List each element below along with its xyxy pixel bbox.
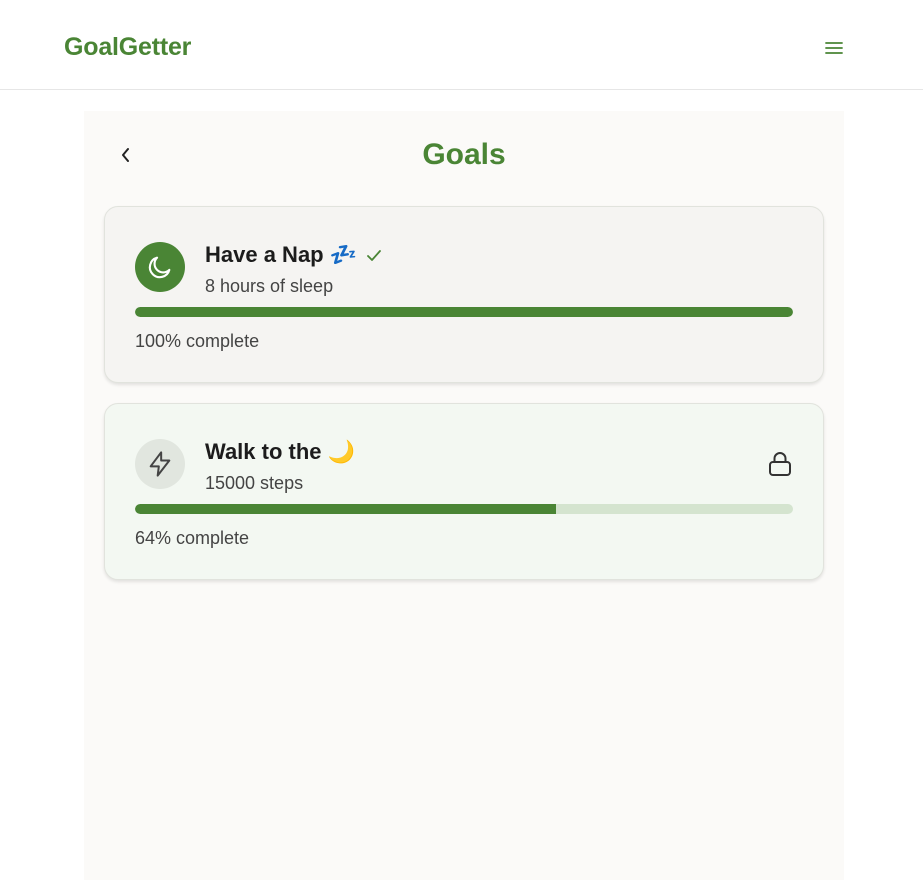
progress-label: 64% complete bbox=[135, 528, 250, 548]
moon-icon bbox=[148, 256, 171, 279]
check-icon bbox=[363, 245, 385, 267]
goal-card-have-a-nap[interactable]: Have a Nap 💤 8 hours of sleep 100% compl… bbox=[104, 206, 824, 383]
goal-title: Have a Nap 💤 bbox=[205, 242, 358, 267]
hamburger-menu-icon[interactable] bbox=[823, 38, 845, 58]
progress-label: 100% complete bbox=[135, 331, 260, 351]
goal-subtitle: 15000 steps bbox=[205, 473, 304, 493]
progress-bar bbox=[135, 307, 793, 317]
progress-fill bbox=[135, 504, 557, 514]
lock-icon bbox=[767, 450, 793, 478]
goals-panel: Goals Have a Nap 💤 8 hours of sleep 100%… bbox=[84, 111, 844, 880]
progress-fill bbox=[135, 307, 793, 317]
page-title: Goals bbox=[422, 138, 506, 171]
progress-bar bbox=[135, 504, 793, 514]
goal-subtitle: 8 hours of sleep bbox=[205, 276, 334, 296]
goal-title: Walk to the 🌙 bbox=[205, 439, 356, 464]
lightning-icon bbox=[149, 451, 171, 477]
goal-card-walk-to-the-moon[interactable]: Walk to the 🌙 15000 steps 64% complete bbox=[104, 403, 824, 580]
top-bar: GoalGetter bbox=[0, 0, 923, 90]
goal-icon-badge bbox=[135, 439, 185, 489]
brand-logo-text[interactable]: GoalGetter bbox=[64, 33, 191, 62]
goal-icon-badge bbox=[135, 242, 185, 292]
